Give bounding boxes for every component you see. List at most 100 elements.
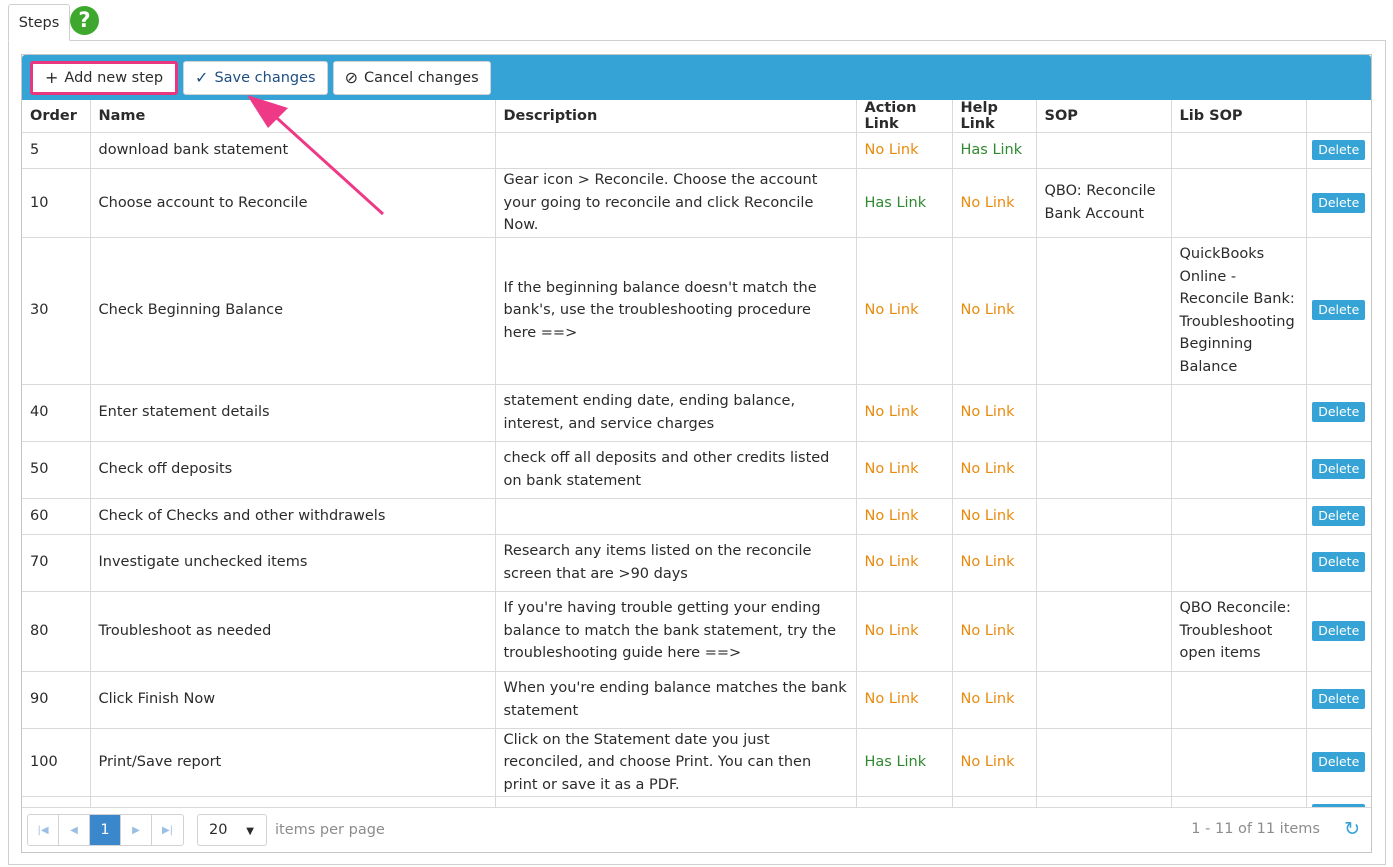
cell-sop[interactable] (1036, 441, 1172, 499)
cell-description[interactable]: If you're having trouble getting your en… (495, 591, 857, 672)
previous-page-icon[interactable]: ◀ (59, 815, 90, 845)
cell-sop[interactable] (1036, 237, 1172, 385)
cell-action-link[interactable]: No Link (856, 671, 953, 729)
cell-description[interactable]: statement ending date, ending balance, i… (495, 384, 857, 442)
cell-sop[interactable] (1036, 591, 1172, 672)
cell-name[interactable]: Choose account to Reconcile (90, 168, 496, 238)
cell-order[interactable]: 100 (22, 728, 91, 797)
cell-description[interactable]: If the beginning balance doesn't match t… (495, 237, 857, 385)
column-header-action-link[interactable]: Action Link (856, 100, 953, 133)
cell-order[interactable]: 40 (22, 384, 91, 442)
cell-sop[interactable] (1036, 671, 1172, 729)
table-row[interactable]: 100 Print/Save report Click on the Stateme… (22, 728, 1371, 797)
cell-action-link[interactable]: No Link (856, 534, 953, 592)
delete-button[interactable]: Delete (1312, 402, 1366, 423)
delete-button[interactable]: Delete (1312, 459, 1366, 480)
cell-lib-sop[interactable] (1171, 441, 1307, 499)
delete-button[interactable]: Delete (1312, 620, 1366, 641)
cell-name[interactable]: Troubleshoot as needed (90, 591, 496, 672)
column-header-sop[interactable]: SOP (1036, 100, 1172, 133)
cell-lib-sop[interactable] (1171, 132, 1307, 169)
cell-sop[interactable] (1036, 534, 1172, 592)
cell-description[interactable]: Click on the Statement date you just rec… (495, 728, 857, 797)
page-size-select[interactable]: 20 ▼ (197, 814, 267, 846)
delete-button[interactable]: Delete (1312, 505, 1366, 526)
cell-order[interactable]: 60 (22, 498, 91, 535)
cell-name[interactable]: Investigate unchecked items (90, 534, 496, 592)
cell-order[interactable]: 70 (22, 534, 91, 592)
delete-button[interactable]: Delete (1312, 552, 1366, 573)
last-page-icon[interactable]: ▶| (152, 815, 183, 845)
cell-name[interactable]: Enter statement details (90, 384, 496, 442)
tab-steps[interactable]: Steps (8, 4, 70, 41)
cell-name[interactable]: Print/Save report (90, 728, 496, 797)
cell-action-link[interactable]: No Link (856, 441, 953, 499)
first-page-icon[interactable]: |◀ (28, 815, 59, 845)
column-header-help-link[interactable]: Help Link (952, 100, 1037, 133)
refresh-icon[interactable]: ↻ (1344, 818, 1360, 840)
delete-button[interactable]: Delete (1312, 140, 1366, 161)
table-row[interactable]: 10 Choose account to Reconcile Gear icon >… (22, 168, 1371, 238)
table-row[interactable]: 50 Check off deposits check off all deposi… (22, 441, 1371, 499)
column-header-description[interactable]: Description (495, 100, 857, 133)
table-row[interactable]: 40 Enter statement details statement endin… (22, 384, 1371, 442)
table-row[interactable]: 90 Click Finish Now When you're ending bal… (22, 671, 1371, 729)
cell-action-link[interactable]: No Link (856, 591, 953, 672)
cell-action-link[interactable]: No Link (856, 237, 953, 385)
cell-name[interactable]: Click Finish Now (90, 671, 496, 729)
cell-help-link[interactable]: No Link (952, 168, 1037, 238)
cell-action-link[interactable]: No Link (856, 498, 953, 535)
cell-description[interactable] (495, 498, 857, 535)
column-header-lib-sop[interactable]: Lib SOP (1171, 100, 1307, 133)
question-circle-icon[interactable]: ? (70, 6, 99, 35)
cell-action-link[interactable]: No Link (856, 384, 953, 442)
cell-help-link[interactable]: No Link (952, 728, 1037, 797)
cell-order[interactable]: 90 (22, 671, 91, 729)
next-page-icon[interactable]: ▶ (121, 815, 152, 845)
cell-description[interactable] (495, 132, 857, 169)
table-row[interactable]: 30 Check Beginning Balance If the beginnin… (22, 237, 1371, 385)
cell-help-link[interactable]: No Link (952, 671, 1037, 729)
save-changes-button[interactable]: ✓ Save changes (183, 60, 328, 95)
cell-help-link[interactable]: No Link (952, 534, 1037, 592)
current-page-button[interactable]: 1 (90, 815, 121, 845)
cell-name[interactable]: download bank statement (90, 132, 496, 169)
cell-order[interactable]: 50 (22, 441, 91, 499)
column-header-name[interactable]: Name (90, 100, 496, 133)
cell-help-link[interactable]: No Link (952, 237, 1037, 385)
cell-action-link[interactable]: Has Link (856, 168, 953, 238)
cell-lib-sop[interactable] (1171, 384, 1307, 442)
cell-order[interactable]: 30 (22, 237, 91, 385)
cell-help-link[interactable]: No Link (952, 384, 1037, 442)
cell-lib-sop[interactable]: QBO Reconcile: Troubleshoot open items (1171, 591, 1307, 672)
delete-button[interactable]: Delete (1312, 300, 1366, 321)
cell-name[interactable]: Check of Checks and other withdrawels (90, 498, 496, 535)
add-new-step-button[interactable]: + Add new step (30, 60, 179, 95)
cell-description[interactable]: Research any items listed on the reconci… (495, 534, 857, 592)
table-row[interactable]: 5 download bank statement No Link Has Link D… (22, 132, 1371, 169)
cell-name[interactable]: Check Beginning Balance (90, 237, 496, 385)
table-row[interactable]: 60 Check of Checks and other withdrawels N… (22, 498, 1371, 535)
cell-help-link[interactable]: Has Link (952, 132, 1037, 169)
cancel-changes-button[interactable]: ⊘ Cancel changes (332, 60, 491, 95)
cell-lib-sop[interactable] (1171, 168, 1307, 238)
cell-description[interactable]: check off all deposits and other credits… (495, 441, 857, 499)
cell-sop[interactable] (1036, 728, 1172, 797)
cell-sop[interactable] (1036, 132, 1172, 169)
cell-lib-sop[interactable] (1171, 671, 1307, 729)
cell-name[interactable]: Check off deposits (90, 441, 496, 499)
delete-button[interactable]: Delete (1312, 192, 1366, 213)
table-row[interactable]: 80 Troubleshoot as needed If you're having… (22, 591, 1371, 672)
cell-help-link[interactable]: No Link (952, 498, 1037, 535)
cell-sop[interactable] (1036, 384, 1172, 442)
cell-help-link[interactable]: No Link (952, 591, 1037, 672)
cell-lib-sop[interactable] (1171, 534, 1307, 592)
cell-action-link[interactable]: No Link (856, 132, 953, 169)
cell-lib-sop[interactable] (1171, 498, 1307, 535)
cell-sop[interactable] (1036, 498, 1172, 535)
cell-order[interactable]: 5 (22, 132, 91, 169)
delete-button[interactable]: Delete (1312, 689, 1366, 710)
cell-help-link[interactable]: No Link (952, 441, 1037, 499)
column-header-order[interactable]: Order (22, 100, 91, 133)
delete-button[interactable]: Delete (1312, 752, 1366, 772)
